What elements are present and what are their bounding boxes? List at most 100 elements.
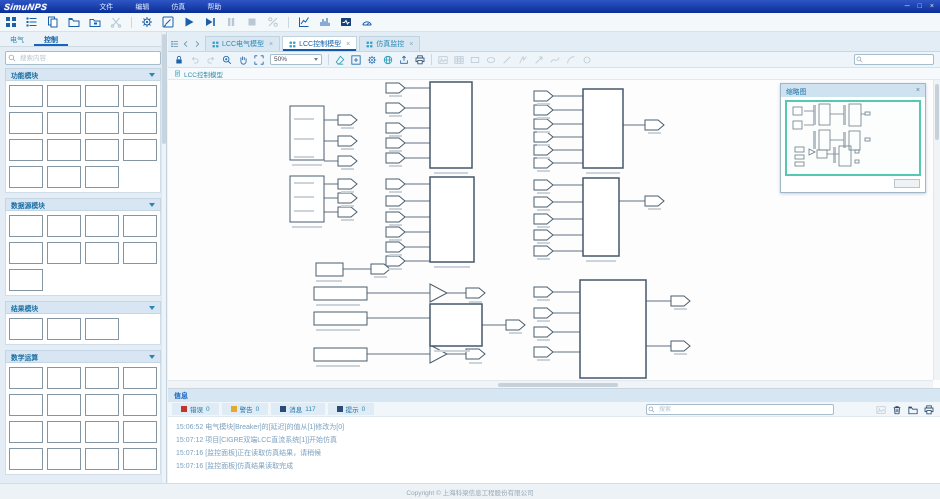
document-tab[interactable]: 仿真监控 × bbox=[359, 36, 420, 51]
component-item[interactable] bbox=[9, 85, 43, 107]
component-item[interactable] bbox=[9, 448, 43, 470]
component-item[interactable] bbox=[9, 269, 43, 291]
eraser-icon[interactable] bbox=[335, 55, 345, 65]
tab-close-icon[interactable]: × bbox=[409, 41, 413, 48]
tab-list-icon[interactable] bbox=[171, 40, 179, 48]
run-step-icon[interactable] bbox=[204, 16, 216, 28]
menu-item[interactable]: 帮助 bbox=[207, 2, 221, 12]
close-button[interactable]: × bbox=[930, 3, 934, 10]
component-item[interactable] bbox=[85, 421, 119, 443]
zoom-select[interactable]: 50% bbox=[270, 54, 322, 65]
chart-icon[interactable] bbox=[298, 16, 310, 28]
tab-prev-icon[interactable] bbox=[182, 40, 190, 48]
component-item[interactable] bbox=[47, 367, 81, 389]
log-entry[interactable]: 15:07:16 [监控面板]仿真结果读取完成 bbox=[176, 460, 932, 473]
lock-icon[interactable] bbox=[174, 55, 184, 65]
component-item[interactable] bbox=[85, 394, 119, 416]
component-item[interactable] bbox=[47, 139, 81, 161]
run-icon[interactable] bbox=[183, 16, 195, 28]
tab-close-icon[interactable]: × bbox=[269, 41, 273, 48]
scrollbar-thumb[interactable] bbox=[498, 383, 618, 388]
component-item[interactable] bbox=[123, 448, 157, 470]
menu-item[interactable]: 文件 bbox=[99, 2, 113, 12]
document-tab[interactable]: LCC控制模型 × bbox=[282, 36, 357, 51]
print-icon[interactable] bbox=[415, 55, 425, 65]
minimize-button[interactable]: ─ bbox=[905, 3, 910, 10]
settings-icon[interactable] bbox=[367, 55, 377, 65]
message-filter-chip[interactable]: 消息 117 bbox=[271, 403, 324, 415]
component-item[interactable] bbox=[85, 215, 119, 237]
component-item[interactable] bbox=[47, 318, 81, 340]
library-tab[interactable]: 控制 bbox=[34, 32, 68, 46]
component-item[interactable] bbox=[47, 242, 81, 264]
minimap-viewport[interactable] bbox=[785, 100, 921, 176]
fit-view-icon[interactable] bbox=[254, 55, 264, 65]
section-header[interactable]: 结果模块 bbox=[5, 301, 161, 314]
section-header[interactable]: 数据源模块 bbox=[5, 198, 161, 211]
message-filter-chip[interactable]: 错误 0 bbox=[172, 403, 219, 415]
component-item[interactable] bbox=[47, 394, 81, 416]
library-search-input[interactable] bbox=[5, 51, 161, 65]
scrollbar-thumb[interactable] bbox=[162, 34, 166, 144]
menu-item[interactable]: 编辑 bbox=[135, 2, 149, 12]
component-item[interactable] bbox=[9, 166, 43, 188]
component-item[interactable] bbox=[9, 394, 43, 416]
maximize-button[interactable]: □ bbox=[918, 3, 922, 10]
component-item[interactable] bbox=[123, 367, 157, 389]
globe-icon[interactable] bbox=[383, 55, 393, 65]
log-entry[interactable]: 15:06:52 电气模块[Breaker]的[延迟]的值从[1]修改为[0] bbox=[176, 421, 932, 434]
settings-icon[interactable] bbox=[141, 16, 153, 28]
component-item[interactable] bbox=[123, 85, 157, 107]
component-item[interactable] bbox=[47, 112, 81, 134]
component-item[interactable] bbox=[47, 421, 81, 443]
log-entry[interactable]: 15:07:16 [监控面板]正在读取仿真结果，请稍候 bbox=[176, 447, 932, 460]
export-icon[interactable] bbox=[399, 55, 409, 65]
message-search-input[interactable] bbox=[646, 404, 834, 415]
save-project-icon[interactable] bbox=[89, 16, 101, 28]
tab-close-icon[interactable]: × bbox=[346, 41, 350, 48]
section-header[interactable]: 功能模块 bbox=[5, 68, 161, 81]
component-item[interactable] bbox=[47, 448, 81, 470]
minimap-close-icon[interactable]: × bbox=[916, 87, 920, 94]
component-item[interactable] bbox=[9, 242, 43, 264]
message-filter-chip[interactable]: 提示 0 bbox=[328, 403, 375, 415]
component-item[interactable] bbox=[123, 112, 157, 134]
canvas-vertical-scrollbar[interactable] bbox=[933, 80, 940, 380]
library-tab[interactable]: 电气 bbox=[0, 32, 34, 46]
component-item[interactable] bbox=[47, 215, 81, 237]
print-log-icon[interactable] bbox=[924, 405, 934, 415]
project-tree-icon[interactable] bbox=[26, 16, 38, 28]
component-item[interactable] bbox=[9, 367, 43, 389]
edit-model-icon[interactable] bbox=[162, 16, 174, 28]
component-item[interactable] bbox=[85, 448, 119, 470]
component-item[interactable] bbox=[85, 139, 119, 161]
waveform-icon[interactable] bbox=[319, 16, 331, 28]
gauge-icon[interactable] bbox=[361, 16, 373, 28]
tab-next-icon[interactable] bbox=[193, 40, 201, 48]
component-item[interactable] bbox=[123, 215, 157, 237]
minimap-panel[interactable]: 缩略图 × bbox=[780, 83, 926, 193]
component-item[interactable] bbox=[9, 112, 43, 134]
dashboard-icon[interactable] bbox=[5, 16, 17, 28]
document-tab[interactable]: LCC电气模型 × bbox=[205, 36, 280, 51]
component-item[interactable] bbox=[85, 166, 119, 188]
sidebar-scrollbar[interactable] bbox=[161, 32, 166, 483]
component-item[interactable] bbox=[9, 318, 43, 340]
component-item[interactable] bbox=[123, 394, 157, 416]
section-header[interactable]: 数学运算 bbox=[5, 350, 161, 363]
component-item[interactable] bbox=[9, 139, 43, 161]
canvas-search-input[interactable] bbox=[854, 54, 934, 65]
component-item[interactable] bbox=[85, 242, 119, 264]
canvas-horizontal-scrollbar[interactable] bbox=[168, 380, 933, 388]
log-entry[interactable]: 15:07:12 项目[CIGRE双端LCC直流系统[1]]开始仿真 bbox=[176, 434, 932, 447]
scope-icon[interactable] bbox=[340, 16, 352, 28]
component-item[interactable] bbox=[85, 112, 119, 134]
copy-icon[interactable] bbox=[47, 16, 59, 28]
open-project-icon[interactable] bbox=[68, 16, 80, 28]
component-item[interactable] bbox=[47, 166, 81, 188]
message-filter-chip[interactable]: 警告 0 bbox=[222, 403, 269, 415]
add-block-icon[interactable] bbox=[351, 55, 361, 65]
component-item[interactable] bbox=[123, 421, 157, 443]
component-item[interactable] bbox=[123, 139, 157, 161]
pan-icon[interactable] bbox=[238, 55, 248, 65]
